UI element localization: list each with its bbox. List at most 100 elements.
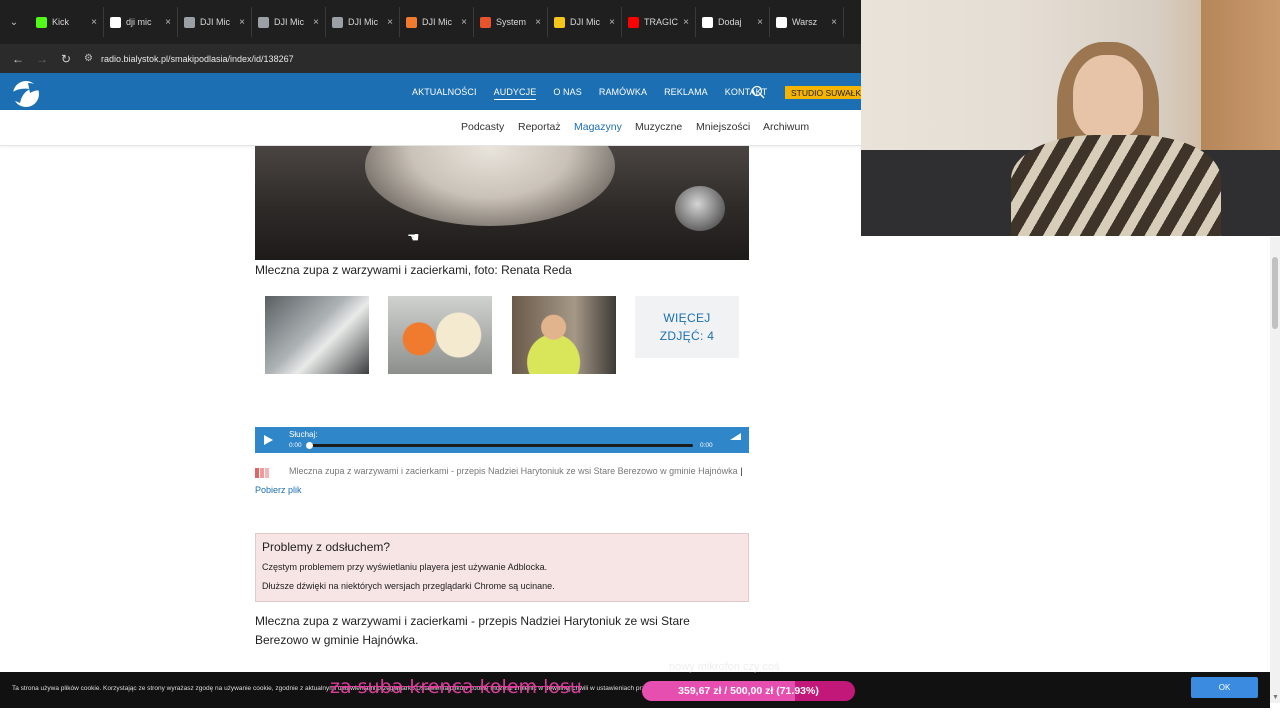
stream-goal-title: nowy mikrofon czy coś: [669, 661, 780, 673]
gallery-thumbnail-3[interactable]: [512, 296, 616, 374]
browser-tab[interactable]: DJI Mic ×: [252, 7, 326, 37]
webcam-overlay: [861, 0, 1280, 236]
audio-bars-icon: [255, 466, 275, 478]
duration-time: 0:00: [700, 442, 713, 449]
tab-label: DJI Mic: [422, 17, 452, 27]
tab-search-chevron-icon[interactable]: ⌄: [4, 12, 24, 32]
nav-item[interactable]: AUDYCJE: [493, 73, 537, 110]
tab-favicon-icon: [480, 16, 491, 28]
listen-label: Słuchaj:: [289, 430, 318, 439]
current-time: 0:00: [289, 442, 302, 449]
webcam-person-face-shape: [1073, 55, 1143, 140]
download-file-link[interactable]: Pobierz plik: [255, 485, 302, 495]
playback-problems-box: Problemy z odsłuchem? Częstym problemem …: [255, 533, 749, 602]
photo-caption: Mleczna zupa z warzywami i zacierkami, f…: [255, 263, 572, 277]
subnav-item[interactable]: Podcasty: [461, 121, 504, 133]
tab-close-icon[interactable]: ×: [387, 17, 393, 28]
browser-tab[interactable]: System ×: [474, 7, 548, 37]
gallery-thumbnail-2[interactable]: [388, 296, 492, 374]
browser-tab[interactable]: dji mic ×: [104, 7, 178, 37]
tab-close-icon[interactable]: ×: [461, 17, 467, 28]
back-arrow-icon[interactable]: ←: [6, 52, 30, 66]
scroll-down-arrow-icon[interactable]: ▼: [1272, 694, 1279, 701]
tab-close-icon[interactable]: ×: [313, 17, 319, 28]
tab-label: DJI Mic: [200, 17, 230, 27]
radio-logo[interactable]: [2, 77, 48, 107]
tab-close-icon[interactable]: ×: [91, 17, 97, 28]
tab-favicon-icon: [184, 16, 195, 28]
browser-tab[interactable]: DJI Mic ×: [400, 7, 474, 37]
donation-goal-text: 359,67 zł / 500,00 zł (71.93%): [678, 685, 819, 697]
stove-knob-shape: [675, 186, 725, 231]
browser-tab[interactable]: Dodaj ×: [696, 7, 770, 37]
subnav-item[interactable]: Archiwum: [763, 121, 809, 133]
audio-file-description: Mleczna zupa z warzywami i zacierkami - …: [255, 462, 749, 500]
browser-tab[interactable]: Kick ×: [30, 7, 104, 37]
subnav-item[interactable]: Muzyczne: [635, 121, 682, 133]
nav-item[interactable]: O NAS: [553, 73, 582, 110]
tab-favicon-icon: [554, 16, 565, 28]
screen: ⌄ Kick × dji mic × DJI Mic × DJI Mic × DJI Mic × D…: [0, 0, 1280, 720]
gallery-thumbnail-1[interactable]: [265, 296, 369, 374]
browser-tab[interactable]: DJI Mic ×: [178, 7, 252, 37]
studio-suwalki-button[interactable]: STUDIO SUWAŁKI: [785, 86, 861, 99]
subnav-item[interactable]: Mniejszości: [696, 121, 750, 133]
tab-label: DJI Mic: [274, 17, 304, 27]
url-field[interactable]: ⚙ radio.bialystok.pl/smakipodlasia/index…: [84, 53, 294, 64]
tab-favicon-icon: [36, 16, 47, 28]
article-lead: Mleczna zupa z warzywami i zacierkami - …: [255, 614, 690, 647]
problems-line-2: Dłuższe dźwięki na niektórych wersjach p…: [262, 581, 555, 591]
tab-favicon-icon: [332, 16, 343, 28]
browser-tab[interactable]: DJI Mic ×: [326, 7, 400, 37]
pot-shape: [365, 146, 615, 226]
subnav-item[interactable]: Reportaż: [518, 121, 561, 133]
cookie-bar: Ta strona używa plików cookie. Korzystaj…: [0, 672, 1270, 708]
reload-icon[interactable]: ↻: [54, 52, 78, 66]
browser-tab[interactable]: TRAGIC ×: [622, 7, 696, 37]
tab-label: Kick: [52, 17, 70, 27]
browser-tab[interactable]: Warsz ×: [770, 7, 844, 37]
tab-close-icon[interactable]: ×: [165, 17, 171, 28]
sub-navigation: Podcasty Reportaż Magazyny Muzyczne Mniejszo…: [0, 110, 861, 146]
page-scrollbar[interactable]: [1270, 237, 1280, 703]
volume-icon[interactable]: [730, 433, 741, 440]
tab-close-icon[interactable]: ×: [609, 17, 615, 28]
tab-favicon-icon: [258, 16, 269, 28]
tab-close-icon[interactable]: ×: [683, 17, 689, 28]
tab-favicon-icon: [406, 16, 417, 28]
main-navigation: AKTUALNOŚCI AUDYCJE O NAS RAMÓWKA REKLAMA KON…: [412, 73, 784, 110]
nav-item[interactable]: RAMÓWKA: [599, 73, 647, 110]
browser-address-bar: ← → ↻ ⚙ radio.bialystok.pl/smakipodlasia…: [0, 44, 861, 73]
tab-label: TRAGIC: [644, 17, 679, 27]
scrollbar-thumb[interactable]: [1272, 257, 1278, 329]
seek-handle[interactable]: [306, 442, 313, 449]
tab-favicon-icon: [776, 16, 787, 28]
download-separator: |: [740, 466, 743, 476]
url-text[interactable]: radio.bialystok.pl/smakipodlasia/index/i…: [101, 54, 294, 64]
tab-close-icon[interactable]: ×: [535, 17, 541, 28]
subnav-item[interactable]: Magazyny: [574, 121, 622, 133]
forward-arrow-icon[interactable]: →: [30, 52, 54, 66]
nav-item[interactable]: AKTUALNOŚCI: [412, 73, 477, 110]
problems-title: Problemy z odsłuchem?: [262, 540, 391, 554]
nav-item[interactable]: REKLAMA: [664, 73, 708, 110]
more-photos-line2: ZDJĘĆ: 4: [659, 329, 715, 343]
tab-favicon-icon: [702, 16, 713, 28]
search-icon[interactable]: [751, 85, 765, 99]
play-icon[interactable]: [264, 435, 273, 445]
browser-tab[interactable]: DJI Mic ×: [548, 7, 622, 37]
tab-label: Dodaj: [718, 17, 742, 27]
site-info-icon[interactable]: ⚙: [84, 53, 93, 64]
tab-label: DJI Mic: [348, 17, 378, 27]
tab-label: dji mic: [126, 17, 152, 27]
cookie-ok-button[interactable]: OK: [1191, 677, 1258, 698]
hero-photo[interactable]: [255, 146, 749, 260]
tab-close-icon[interactable]: ×: [239, 17, 245, 28]
tab-close-icon[interactable]: ×: [757, 17, 763, 28]
seek-bar[interactable]: [307, 444, 693, 447]
tab-label: System: [496, 17, 527, 27]
hand-cursor-icon: ☚: [407, 229, 420, 245]
tab-close-icon[interactable]: ×: [831, 17, 837, 28]
more-photos-button[interactable]: WIĘCEJ ZDJĘĆ: 4: [635, 296, 739, 358]
tab-favicon-icon: [628, 16, 639, 28]
